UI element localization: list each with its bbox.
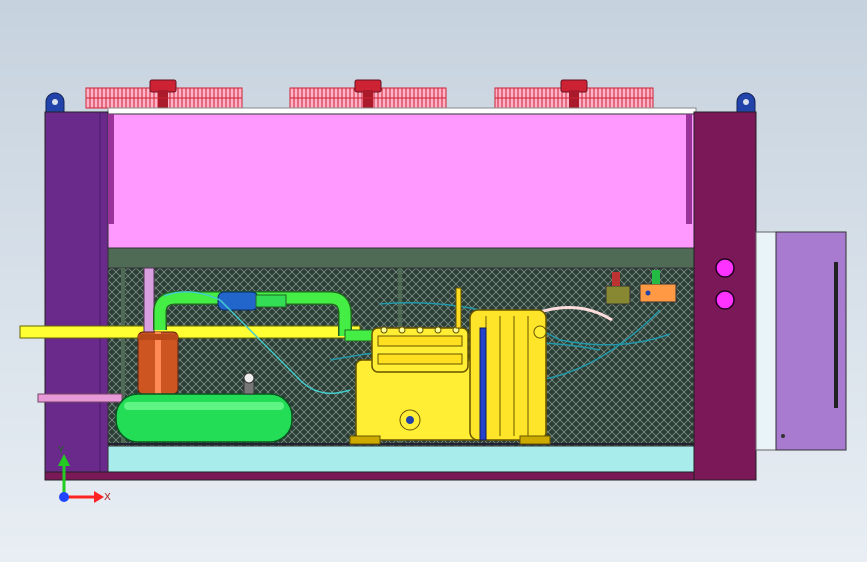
y-axis-label: Y xyxy=(57,445,65,456)
fan-row xyxy=(85,79,654,109)
indicator-1[interactable] xyxy=(715,258,735,278)
control-box xyxy=(755,231,847,451)
accumulator xyxy=(137,331,179,395)
pipe-stub xyxy=(37,393,123,403)
riser-tube xyxy=(143,267,155,333)
bottom-tray xyxy=(107,445,695,473)
divider-band xyxy=(107,247,695,269)
liquid-line xyxy=(19,325,361,339)
base-frame xyxy=(44,471,695,481)
lifting-eye-right xyxy=(736,92,756,113)
cad-viewport[interactable]: Y X xyxy=(0,0,867,562)
indicator-2[interactable] xyxy=(715,290,735,310)
left-side-panel xyxy=(44,111,109,479)
x-axis-label: X xyxy=(104,492,111,503)
top-edge-strip xyxy=(107,107,697,115)
lifting-eye-left xyxy=(45,92,65,113)
condenser-coil xyxy=(107,113,695,249)
